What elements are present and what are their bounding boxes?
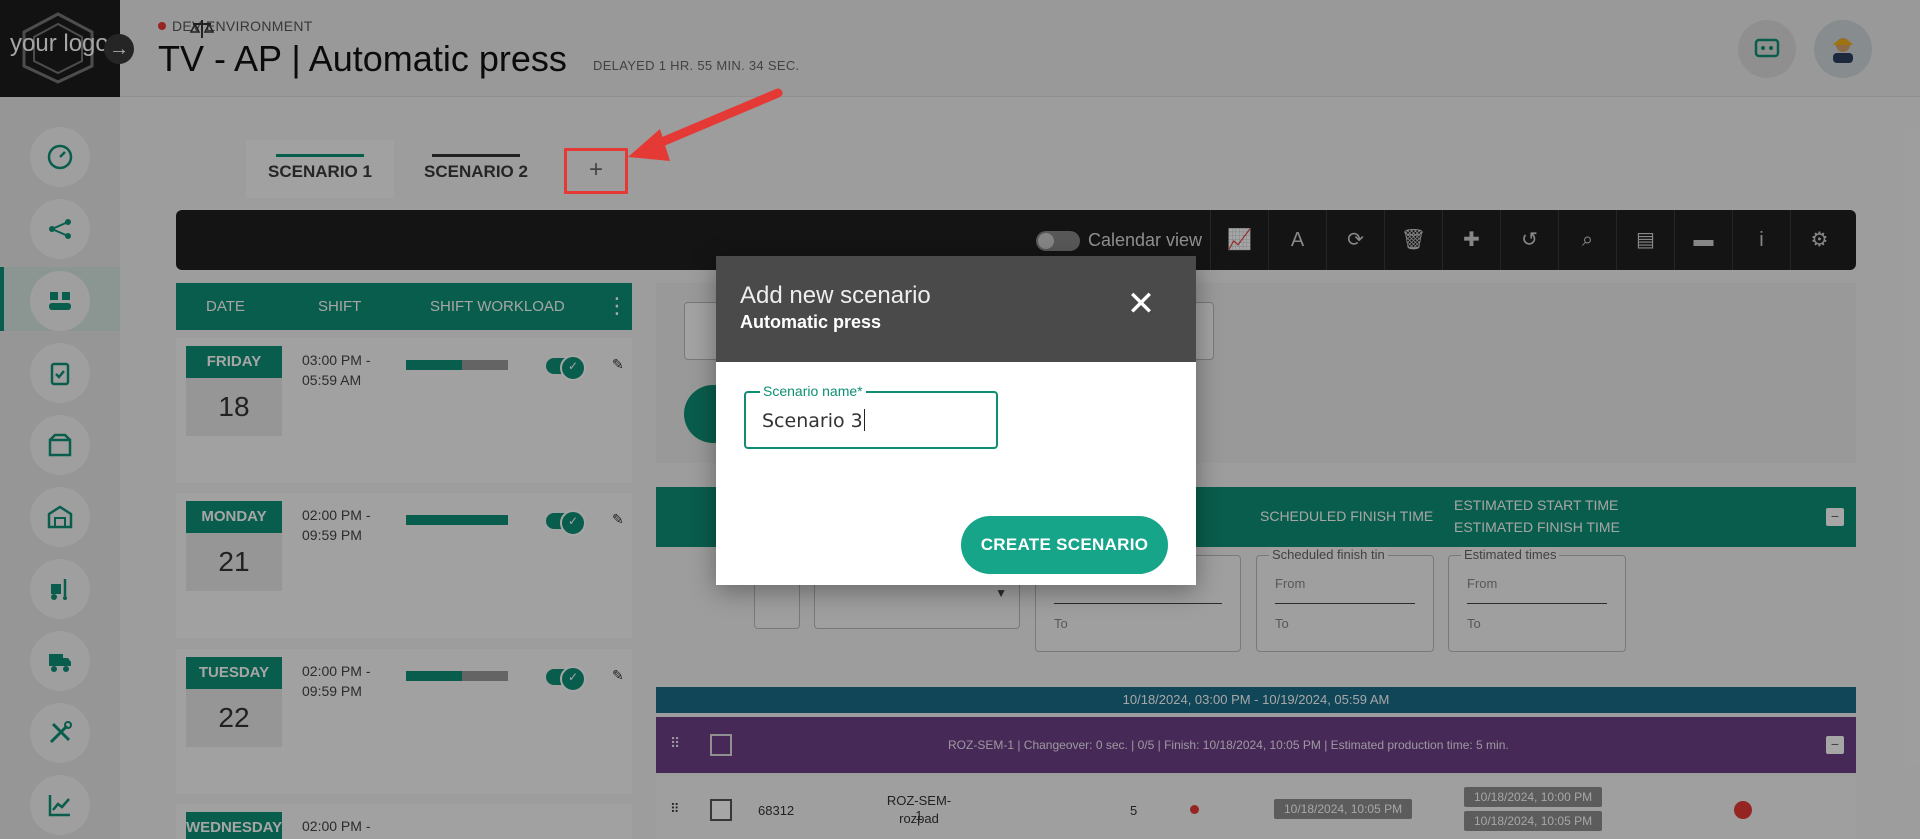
scenario-name-label: Scenario name* xyxy=(760,383,866,399)
close-icon[interactable]: ✕ xyxy=(1126,287,1156,321)
scenario-name-input[interactable]: Scenario 3 xyxy=(762,409,865,432)
dialog-title: Add new scenario xyxy=(740,282,931,309)
add-scenario-tab[interactable]: + xyxy=(564,148,628,194)
dialog-subtitle: Automatic press xyxy=(740,312,882,332)
text-caret xyxy=(863,409,865,431)
create-scenario-button[interactable]: CREATE SCENARIO xyxy=(961,516,1168,574)
add-scenario-dialog: Add new scenario Automatic press ✕ Scena… xyxy=(716,256,1196,585)
dialog-header: Add new scenario Automatic press ✕ xyxy=(716,256,1196,362)
annotation-arrow-icon xyxy=(628,88,783,161)
scenario-name-field[interactable]: Scenario name* Scenario 3 xyxy=(744,383,998,449)
